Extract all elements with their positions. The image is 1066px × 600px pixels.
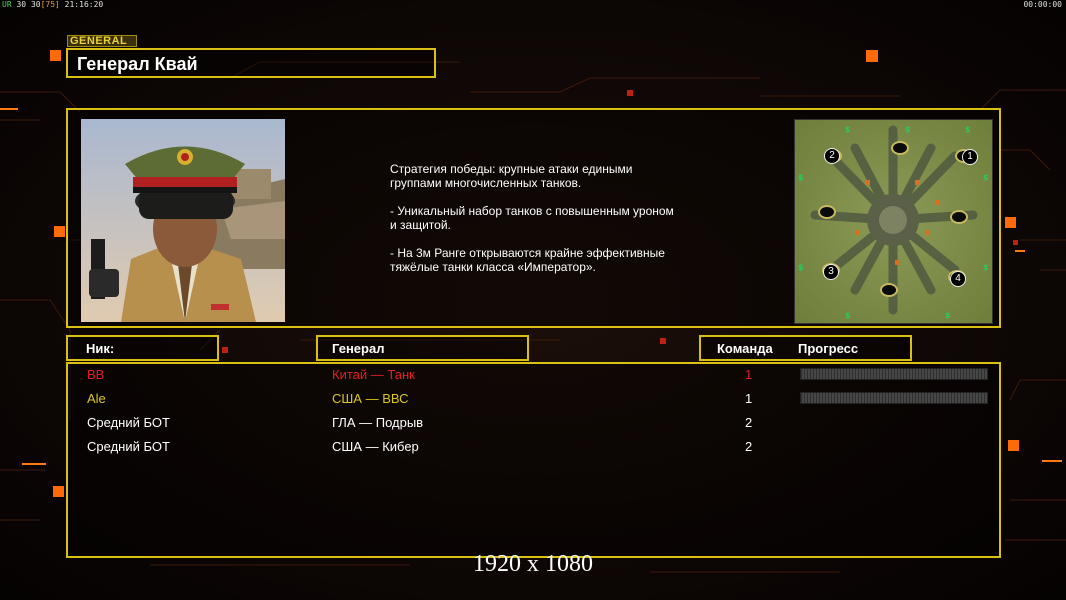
hud-value-a: 30 xyxy=(16,0,27,9)
map-preview[interactable]: $ $ $ $ $ $ $ $ $ 1 2 3 4 xyxy=(794,119,993,324)
start-position-2[interactable]: 2 xyxy=(824,148,840,164)
svg-text:$: $ xyxy=(798,263,804,272)
column-header-nick: Ник: xyxy=(66,335,219,361)
player-team: 1 xyxy=(745,391,753,406)
player-general: Китай — Танк xyxy=(332,367,415,382)
players-list: BB Китай — Танк 1 Ale США — ВВС 1 Средни… xyxy=(66,362,1001,558)
svg-text:$: $ xyxy=(905,125,911,134)
player-general: США — Кибер xyxy=(332,439,419,454)
general-name: Генерал Квай xyxy=(77,54,198,74)
column-header-team-progress: Команда Прогресс xyxy=(699,335,912,361)
start-position-1[interactable]: 1 xyxy=(962,149,978,165)
general-name-box: Генерал Квай xyxy=(66,48,436,78)
general-tag: GENERAL xyxy=(67,35,137,47)
svg-text:$: $ xyxy=(983,173,989,182)
player-team: 2 xyxy=(745,415,753,430)
column-progress-label: Прогресс xyxy=(798,341,859,356)
player-nick: Средний БОТ xyxy=(87,439,170,454)
strategy-description: Стратегия победы: крупные атаки едиными … xyxy=(390,162,674,274)
player-row[interactable]: BB Китай — Танк 1 xyxy=(68,364,999,388)
svg-text:$: $ xyxy=(983,263,989,272)
column-header-general: Генерал xyxy=(316,335,529,361)
column-nick-label: Ник: xyxy=(86,341,115,356)
hud-ur: UR xyxy=(2,0,12,9)
column-team-label: Команда xyxy=(717,341,773,356)
svg-text:$: $ xyxy=(965,125,971,134)
general-info-panel: Стратегия победы: крупные атаки едиными … xyxy=(66,108,1001,328)
player-general: США — ВВС xyxy=(332,391,409,406)
resolution-label: 1920 x 1080 xyxy=(473,551,593,577)
svg-text:$: $ xyxy=(945,311,951,320)
player-nick: BB xyxy=(87,367,105,382)
hud-value-b: 30 xyxy=(30,0,41,9)
hud-value-c: [75] xyxy=(40,0,60,9)
player-nick: Средний БОТ xyxy=(87,415,170,430)
start-position-4[interactable]: 4 xyxy=(950,271,966,287)
hud-stats: UR 30 30[75] 21:16:20 xyxy=(2,0,103,9)
player-general: ГЛА — Подрыв xyxy=(332,415,424,430)
player-team: 2 xyxy=(745,439,753,454)
general-portrait xyxy=(81,119,285,322)
player-row[interactable]: Средний БОТ ГЛА — Подрыв 2 xyxy=(68,412,999,436)
player-nick: Ale xyxy=(87,391,106,406)
player-progress-bar xyxy=(800,368,988,380)
start-position-3[interactable]: 3 xyxy=(823,264,839,280)
player-row[interactable]: Ale США — ВВС 1 xyxy=(68,388,999,412)
svg-text:$: $ xyxy=(845,311,851,320)
svg-text:$: $ xyxy=(845,125,851,134)
player-team: 1 xyxy=(745,367,753,382)
column-general-label: Генерал xyxy=(332,341,385,356)
hud-timer: 00:00:00 xyxy=(1023,0,1062,9)
hud-clock: 21:16:20 xyxy=(64,0,104,9)
player-progress-bar xyxy=(800,392,988,404)
player-row[interactable]: Средний БОТ США — Кибер 2 xyxy=(68,436,999,460)
svg-text:$: $ xyxy=(798,173,804,182)
